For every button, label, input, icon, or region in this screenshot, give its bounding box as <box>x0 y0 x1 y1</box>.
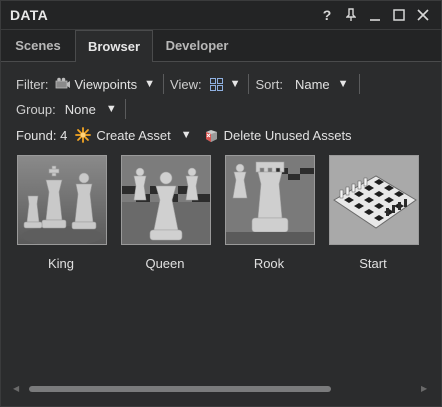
divider <box>124 99 126 119</box>
asset-thumbnail-start[interactable] <box>329 155 419 245</box>
chevron-down-icon: ▼ <box>180 129 192 141</box>
delete-assets-icon <box>205 129 217 142</box>
divider <box>163 74 165 94</box>
pin-icon[interactable] <box>339 5 363 25</box>
minimize-icon[interactable] <box>363 5 387 25</box>
asset-thumbnail-queen[interactable] <box>121 155 211 245</box>
view-dropdown[interactable]: ▼ <box>209 77 241 91</box>
actions-row: Found: 4 Create Asset ▼ Delete Unused As… <box>16 125 352 145</box>
divider <box>358 74 360 94</box>
chevron-down-icon: ▼ <box>337 78 349 90</box>
view-label: View: <box>170 76 202 92</box>
horizontal-scrollbar[interactable]: ◀ ▶ <box>13 384 429 394</box>
group-value: None <box>64 101 96 117</box>
queen-preview-image <box>122 156 210 244</box>
sparkle-icon <box>75 127 92 143</box>
start-preview-image <box>330 156 418 244</box>
asset-caption-rook: Rook <box>253 256 285 271</box>
chevron-down-icon: ▼ <box>105 103 117 115</box>
maximize-icon[interactable] <box>387 5 411 25</box>
filter-value: Viewpoints <box>74 76 138 92</box>
king-preview-image <box>18 156 106 244</box>
group-row: Group: None ▼ <box>16 99 132 119</box>
delete-unused-assets-label: Delete Unused Assets <box>223 127 352 143</box>
tab-browser[interactable]: Browser <box>75 30 153 62</box>
divider <box>248 74 250 94</box>
scrollbar-thumb[interactable] <box>29 386 331 392</box>
scroll-left-icon[interactable]: ◀ <box>13 384 21 394</box>
group-dropdown[interactable]: None ▼ <box>65 102 117 117</box>
rook-preview-image <box>226 156 314 244</box>
grid-view-icon <box>209 77 223 91</box>
group-label: Group: <box>16 101 56 117</box>
sort-value: Name <box>294 76 330 92</box>
chevron-down-icon: ▼ <box>229 78 241 90</box>
asset-caption-queen: Queen <box>145 256 185 271</box>
tab-bar: Scenes Browser Developer <box>1 30 441 62</box>
panel-title: DATA <box>10 7 49 23</box>
close-icon[interactable] <box>411 5 435 25</box>
chevron-down-icon: ▼ <box>144 78 156 90</box>
asset-caption-king: King <box>47 256 75 271</box>
filter-dropdown[interactable]: Viewpoints ▼ <box>55 76 156 92</box>
data-panel: DATA ? Scenes Browser Developer Filter: <box>0 0 442 407</box>
asset-caption-start: Start <box>359 256 387 271</box>
create-asset-label: Create Asset <box>96 127 171 143</box>
tab-developer[interactable]: Developer <box>157 30 237 61</box>
sort-label: Sort: <box>255 76 283 92</box>
title-bar: DATA ? <box>1 1 441 30</box>
tab-scenes[interactable]: Scenes <box>7 30 69 61</box>
filter-row: Filter: Viewpoints ▼ View: ▼ Sort: Name <box>16 74 366 94</box>
sort-dropdown[interactable]: Name ▼ <box>295 77 349 92</box>
create-asset-button[interactable]: Create Asset ▼ <box>75 127 192 143</box>
found-count: Found: 4 <box>16 127 68 143</box>
filter-label: Filter: <box>16 76 49 92</box>
help-icon[interactable]: ? <box>315 5 339 25</box>
scroll-right-icon[interactable]: ▶ <box>421 384 429 394</box>
asset-thumbnail-king[interactable] <box>17 155 107 245</box>
asset-thumbnail-rook[interactable] <box>225 155 315 245</box>
camera-icon <box>55 77 70 89</box>
delete-unused-assets-button[interactable]: Delete Unused Assets <box>204 128 352 143</box>
